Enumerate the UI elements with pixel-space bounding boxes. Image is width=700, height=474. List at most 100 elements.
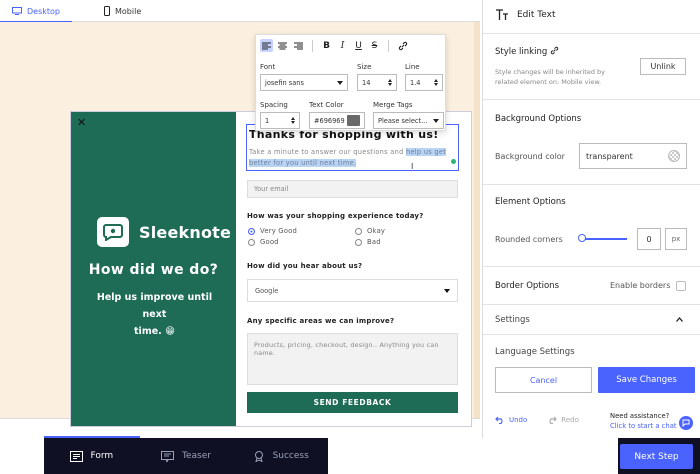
toolbar-divider: [312, 39, 313, 52]
brand-subtext-line-1: Help us improve until next: [96, 292, 213, 320]
radio-icon: [355, 227, 362, 235]
radio-good[interactable]: Good: [248, 238, 279, 246]
align-left-icon[interactable]: [260, 39, 273, 52]
line-value: 1.4: [410, 78, 421, 87]
color-swatch[interactable]: [347, 115, 360, 126]
next-step-button[interactable]: Next Step: [620, 444, 693, 469]
text-format-icon: [496, 9, 508, 20]
rounded-corners-label: Rounded corners: [495, 235, 563, 244]
improve-textarea[interactable]: Products, pricing, checkout, design.. An…: [247, 333, 458, 385]
radio-selected-icon: [248, 227, 255, 235]
save-changes-button[interactable]: Save Changes: [598, 367, 695, 393]
tab-desktop[interactable]: Desktop: [0, 0, 72, 23]
radio-icon: [248, 238, 255, 246]
unlink-button[interactable]: Unlink: [640, 58, 686, 75]
chat-icon[interactable]: [679, 416, 693, 430]
radio-label: Bad: [367, 238, 381, 246]
radio-bad[interactable]: Bad: [355, 238, 381, 246]
history-controls: Undo Redo: [495, 416, 579, 424]
teaser-icon: [161, 450, 175, 462]
enable-borders-label: Enable borders: [610, 281, 671, 290]
background-options-heading: Background Options: [495, 114, 582, 124]
assistance-heading: Need assistance?: [610, 412, 670, 420]
canvas-edge: [474, 22, 480, 438]
brand-headline[interactable]: How did we do?: [71, 262, 236, 278]
toolbar-divider: [388, 39, 389, 52]
background-color-label: Background color: [495, 152, 565, 161]
merge-tags-select[interactable]: Please select...: [373, 112, 444, 129]
tab-success[interactable]: Success: [233, 438, 328, 474]
email-field[interactable]: Your email: [247, 180, 458, 198]
size-stepper[interactable]: 14: [357, 74, 397, 91]
radio-label: Good: [260, 238, 279, 246]
line-height-stepper[interactable]: 1.4: [405, 74, 443, 91]
panel-title: Edit Text: [517, 10, 556, 20]
font-label: Font: [260, 63, 276, 71]
text-format-toolbar: B I U S Font josefin sans Size 14 Line 1…: [255, 34, 446, 131]
rounded-corners-slider[interactable]: [581, 238, 627, 240]
tab-mobile[interactable]: Mobile: [92, 0, 153, 22]
underline-icon[interactable]: U: [352, 39, 365, 52]
text-cursor-icon: I: [411, 162, 414, 171]
enable-borders-checkbox[interactable]: [676, 281, 686, 291]
undo-button[interactable]: Undo: [509, 416, 527, 424]
brand-subtext-line-2: time. 😁: [134, 326, 175, 337]
question-source: How did you hear about us?: [247, 262, 363, 270]
rounded-corners-unit: px: [665, 228, 687, 250]
spacing-value: 1: [265, 116, 270, 125]
radio-very-good[interactable]: Very Good: [248, 227, 297, 235]
radio-label: Very Good: [260, 227, 297, 235]
source-select[interactable]: Google: [247, 279, 458, 302]
spacing-label: Spacing: [260, 101, 288, 109]
popup-form-panel: Thanks for shopping with us! Take a minu…: [236, 112, 471, 426]
spacing-stepper[interactable]: 1: [260, 112, 300, 129]
line-label: Line: [405, 63, 420, 71]
size-value: 14: [362, 78, 371, 87]
tab-form-label: Form: [90, 451, 114, 461]
style-linking-heading: Style linking: [495, 46, 559, 57]
settings-section[interactable]: Settings: [483, 304, 700, 334]
tab-teaser-label: Teaser: [182, 451, 211, 461]
strikethrough-icon[interactable]: S: [368, 39, 381, 52]
brand-subtext[interactable]: Help us improve until next time. 😁: [87, 289, 222, 340]
slider-handle[interactable]: [578, 234, 586, 242]
background-color-field[interactable]: transparent: [579, 143, 687, 169]
rounded-corners-input[interactable]: 0: [637, 228, 661, 250]
align-right-icon[interactable]: [292, 39, 305, 52]
italic-icon[interactable]: I: [336, 39, 349, 52]
start-chat-link[interactable]: Click to start a chat: [610, 421, 677, 431]
redo-icon[interactable]: [547, 416, 558, 424]
font-value: josefin sans: [265, 78, 304, 87]
chevron-up-icon: [676, 317, 683, 322]
undo-icon[interactable]: [495, 416, 505, 424]
border-options-heading: Border Options: [495, 281, 559, 291]
align-center-icon[interactable]: [276, 39, 289, 52]
selected-text-element[interactable]: Thanks for shopping with us! Take a minu…: [246, 124, 459, 171]
bottom-middle-space: [328, 438, 618, 474]
description-plain: Take a minute to answer our questions an…: [249, 148, 406, 156]
desktop-icon: [12, 7, 22, 15]
text-color-value: #696969: [314, 116, 345, 125]
link-icon[interactable]: [396, 39, 409, 52]
panel-header: Edit Text: [483, 0, 700, 30]
background-color-value: transparent: [586, 151, 633, 161]
radio-okay[interactable]: Okay: [355, 227, 385, 235]
resize-handle-icon[interactable]: [451, 159, 456, 164]
background-options-section: Background Options Background color tran…: [483, 99, 700, 184]
font-select[interactable]: josefin sans: [260, 74, 348, 91]
tab-form[interactable]: Form: [44, 438, 139, 474]
stepper-icon: [434, 79, 438, 86]
redo-button[interactable]: Redo: [561, 416, 579, 424]
logo-mark-icon: [97, 217, 129, 247]
element-options-section: Element Options Rounded corners: [483, 184, 700, 266]
size-label: Size: [357, 63, 372, 71]
transparent-swatch-icon[interactable]: [668, 150, 680, 162]
radio-icon: [355, 238, 362, 246]
close-icon[interactable]: ✕: [77, 117, 89, 129]
cancel-button[interactable]: Cancel: [495, 367, 592, 393]
text-color-field[interactable]: #696969: [309, 112, 365, 129]
language-settings-section[interactable]: Language Settings: [483, 334, 700, 356]
tab-teaser[interactable]: Teaser: [139, 438, 234, 474]
bold-icon[interactable]: B: [320, 39, 333, 52]
send-feedback-button[interactable]: SEND FEEDBACK: [247, 392, 458, 413]
